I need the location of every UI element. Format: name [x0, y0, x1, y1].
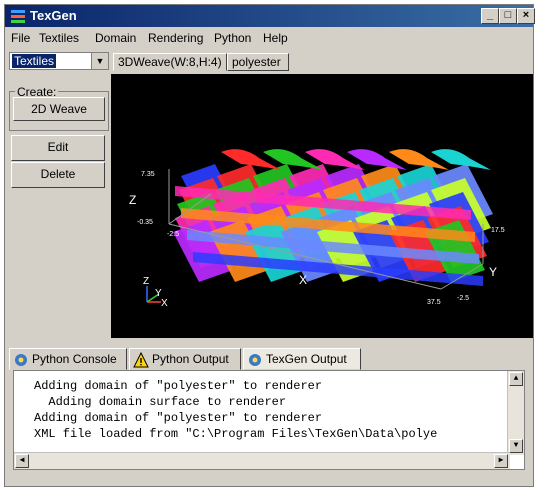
menu-help[interactable]: Help: [263, 31, 288, 45]
console-line: Adding domain of "polyester" to renderer: [34, 411, 323, 425]
console-line: Adding domain of "polyester" to renderer: [34, 379, 323, 393]
app-window: TexGen _ □ × File Textiles Domain Render…: [4, 4, 535, 487]
python-icon: [15, 354, 27, 366]
z-axis-label: Z: [129, 193, 136, 207]
yarn-geometry: [173, 149, 493, 286]
menu-bar: File Textiles Domain Rendering Python He…: [5, 28, 533, 48]
title-bar[interactable]: TexGen _ □ ×: [5, 5, 535, 27]
vertical-scrollbar[interactable]: ▲ ▼: [507, 371, 524, 455]
textiles-selector[interactable]: Textiles ▼: [9, 52, 109, 70]
output-console[interactable]: Adding domain of "polyester" to renderer…: [13, 370, 525, 470]
z-tick-top: 7.35: [141, 171, 155, 178]
console-line: Adding domain surface to renderer: [34, 395, 287, 409]
console-line: XML file loaded from "C:\Program Files\T…: [34, 427, 438, 441]
warning-icon: [133, 352, 149, 368]
minimize-button[interactable]: _: [481, 8, 499, 24]
tab-python-output[interactable]: Python Output: [129, 348, 241, 370]
tab-3dweave[interactable]: 3DWeave(W:8,H:4): [113, 53, 227, 71]
menu-domain[interactable]: Domain: [95, 31, 136, 45]
menu-file[interactable]: File: [11, 31, 30, 45]
scroll-right-icon[interactable]: ▶: [494, 454, 508, 468]
window-title: TexGen: [30, 8, 77, 23]
maximize-button[interactable]: □: [499, 8, 517, 24]
edit-button[interactable]: Edit: [11, 135, 105, 161]
gizmo-x-label: X: [161, 298, 168, 309]
3d-viewport[interactable]: Z 7.35 -0.35 -2.5 X 37.5 17.5 Y -2.5 Z Y…: [111, 74, 533, 338]
x-tick-end: 37.5: [427, 299, 441, 306]
menu-python[interactable]: Python: [214, 31, 251, 45]
menu-rendering[interactable]: Rendering: [148, 31, 203, 45]
tab-polyester[interactable]: polyester: [227, 53, 289, 71]
x-tick-start: -2.5: [167, 231, 179, 238]
scroll-down-icon[interactable]: ▼: [509, 439, 523, 453]
x-axis-label: X: [299, 273, 307, 287]
texgen-app-icon: [11, 10, 25, 23]
chevron-down-icon[interactable]: ▼: [91, 53, 108, 69]
delete-button[interactable]: Delete: [11, 162, 105, 188]
2d-weave-button[interactable]: 2D Weave: [13, 97, 105, 121]
selector-value: Textiles: [12, 54, 57, 68]
gizmo-z-label: Z: [143, 276, 149, 287]
scroll-left-icon[interactable]: ◀: [15, 454, 29, 468]
menu-textiles[interactable]: Textiles: [39, 31, 79, 45]
tab-python-output-label: Python Output: [152, 352, 229, 366]
python-icon: [249, 354, 261, 366]
weave-render: Z 7.35 -0.35 -2.5 X 37.5 17.5 Y -2.5 Z Y…: [129, 149, 505, 309]
y-tick-start: -2.5: [457, 295, 469, 302]
close-button[interactable]: ×: [517, 8, 535, 24]
horizontal-scrollbar[interactable]: ◀ ▶: [14, 452, 510, 469]
tab-python-console[interactable]: Python Console: [9, 348, 127, 370]
y-tick-end: 17.5: [491, 227, 505, 234]
scroll-up-icon[interactable]: ▲: [509, 372, 523, 386]
tab-python-console-label: Python Console: [32, 352, 117, 366]
tab-texgen-output[interactable]: TexGen Output: [243, 348, 361, 370]
y-axis-label: Y: [489, 265, 497, 279]
orientation-gizmo: Z Y X: [143, 276, 168, 309]
tab-texgen-output-label: TexGen Output: [266, 352, 347, 366]
z-tick-bottom: -0.35: [137, 219, 153, 226]
